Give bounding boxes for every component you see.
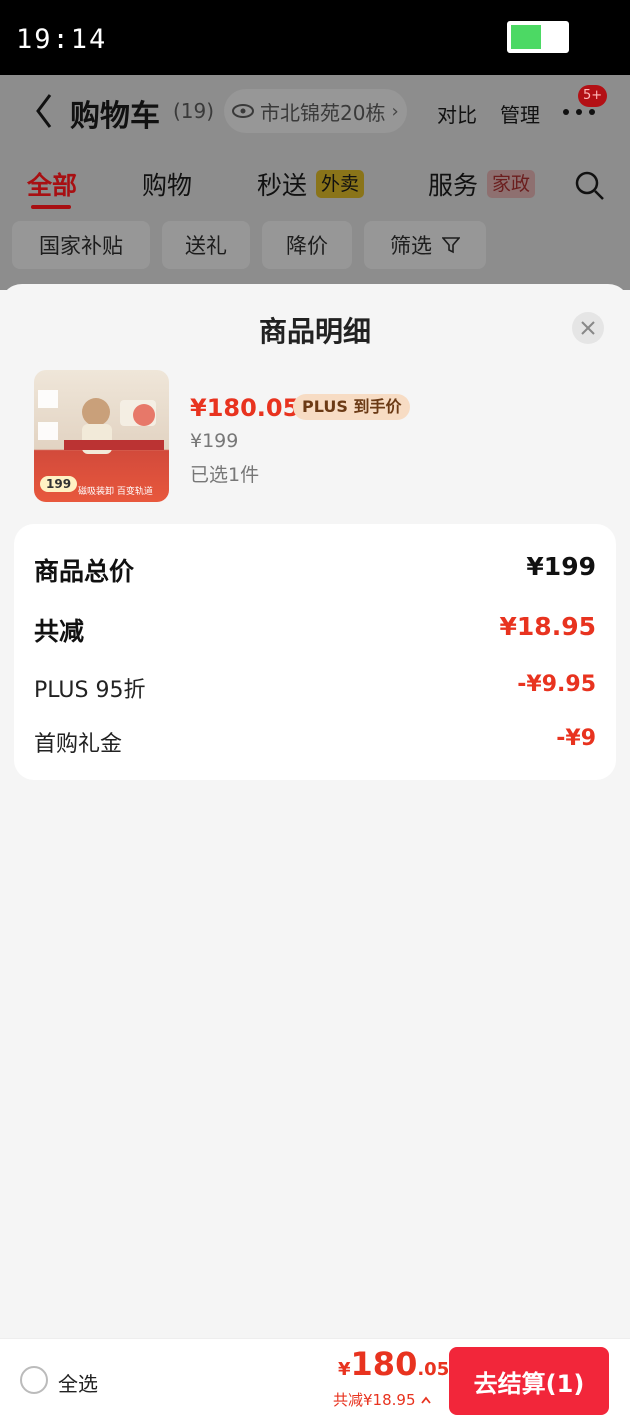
battery-icon (507, 21, 569, 53)
tab-instant[interactable]: 秒送 (257, 166, 307, 202)
tab-active-indicator (31, 205, 71, 209)
eye-icon (232, 104, 254, 118)
location-label: 市北锦苑20栋 (260, 100, 386, 125)
chevron-right-icon: › (391, 100, 399, 122)
cart-tabs: 全部 购物 秒送 外卖 服务 家政 (0, 160, 630, 212)
more-badge: 5+ (578, 85, 608, 107)
reduce-label: 共减 (34, 617, 85, 646)
summary-row-reduce: 共减 ¥18.95 (34, 612, 596, 646)
filter-chip-label: 国家补贴 (39, 234, 123, 258)
location-selector[interactable]: 市北锦苑20栋 › (224, 89, 407, 133)
status-time: 19:14 (16, 24, 108, 55)
filter-icon (442, 237, 460, 254)
product-thumbnail[interactable]: 199 磁吸装卸 百变轨道 (34, 370, 169, 502)
tab-shopping[interactable]: 购物 (142, 166, 192, 202)
select-all-checkbox[interactable] (20, 1366, 48, 1394)
thumb-caption: 磁吸装卸 百变轨道 (78, 487, 153, 497)
total-price-integer: 180 (350, 1345, 418, 1383)
sheet-title: 商品明细 (258, 315, 371, 348)
back-icon[interactable] (28, 89, 68, 133)
cart-count: (19) (173, 99, 215, 123)
reduce-value: ¥18.95 (499, 612, 596, 641)
checkout-label: 去结算(1) (473, 1369, 585, 1398)
discount-value: -¥9 (556, 726, 596, 751)
status-bar: 19:14 (0, 0, 630, 75)
selected-count: 已选1件 (190, 464, 260, 486)
discount-value: -¥9.95 (517, 672, 596, 697)
close-icon (581, 321, 595, 335)
chevron-up-icon (421, 1396, 431, 1404)
checkout-button[interactable]: 去结算(1) (449, 1347, 609, 1415)
reduce-summary-toggle[interactable]: 共减¥18.95 (333, 1389, 432, 1410)
filter-chip-label: 筛选 (390, 234, 432, 258)
filter-chip-gift[interactable]: 送礼 (162, 221, 250, 269)
tab-instant-tag: 外卖 (316, 170, 365, 198)
cart-title: 购物车 (70, 99, 160, 134)
reduce-summary-text: 共减¥18.95 (333, 1391, 416, 1409)
checkout-bar: 全选 ¥180.05 共减¥18.95 去结算(1) (0, 1338, 630, 1422)
discount-label: 首购礼金 (34, 732, 123, 757)
total-value: ¥199 (526, 552, 596, 581)
tab-service[interactable]: 服务 (428, 166, 478, 202)
filter-chip-filter[interactable]: 筛选 (364, 221, 486, 269)
discount-label: PLUS 95折 (34, 678, 146, 703)
product-original-price: ¥199 (190, 430, 239, 452)
summary-row-discount: 首购礼金 -¥9 (34, 726, 596, 758)
currency-symbol: ¥ (338, 1359, 351, 1380)
total-label: 商品总价 (34, 557, 135, 586)
product-price: ¥180.05 (190, 394, 300, 422)
search-icon[interactable] (574, 170, 606, 202)
price-summary-card: 商品总价 ¥199 共减 ¥18.95 PLUS 95折 -¥9.95 首购礼金… (14, 524, 616, 780)
plus-price-tag: PLUS 到手价 (293, 394, 411, 420)
filter-chip-price-drop[interactable]: 降价 (262, 221, 352, 269)
filter-chip-label: 送礼 (185, 234, 227, 258)
select-all-label[interactable]: 全选 (58, 1368, 98, 1397)
manage-button[interactable]: 管理 (500, 99, 540, 128)
tab-all[interactable]: 全部 (27, 166, 77, 202)
product-detail-sheet: 商品明细 199 磁吸装卸 百变轨道 ¥180.05 PLUS 到手价 ¥199… (0, 284, 630, 1422)
filter-chips: 国家补贴 送礼 降价 筛选 (0, 221, 630, 271)
cart-page-backdrop[interactable]: 购物车 (19) 市北锦苑20栋 › 对比 管理 5+ 全部 购物 秒送 外卖 … (0, 75, 630, 290)
total-price: ¥180.05 (338, 1345, 449, 1383)
summary-row-discount: PLUS 95折 -¥9.95 (34, 672, 596, 704)
compare-button[interactable]: 对比 (437, 99, 477, 128)
summary-row-total: 商品总价 ¥199 (34, 552, 596, 586)
tab-service-tag: 家政 (487, 170, 536, 198)
thumb-price-badge: 199 (40, 476, 78, 492)
filter-chip-label: 降价 (286, 234, 328, 258)
filter-chip-subsidy[interactable]: 国家补贴 (12, 221, 150, 269)
total-price-decimal: .05 (417, 1359, 450, 1380)
close-button[interactable] (572, 312, 604, 344)
